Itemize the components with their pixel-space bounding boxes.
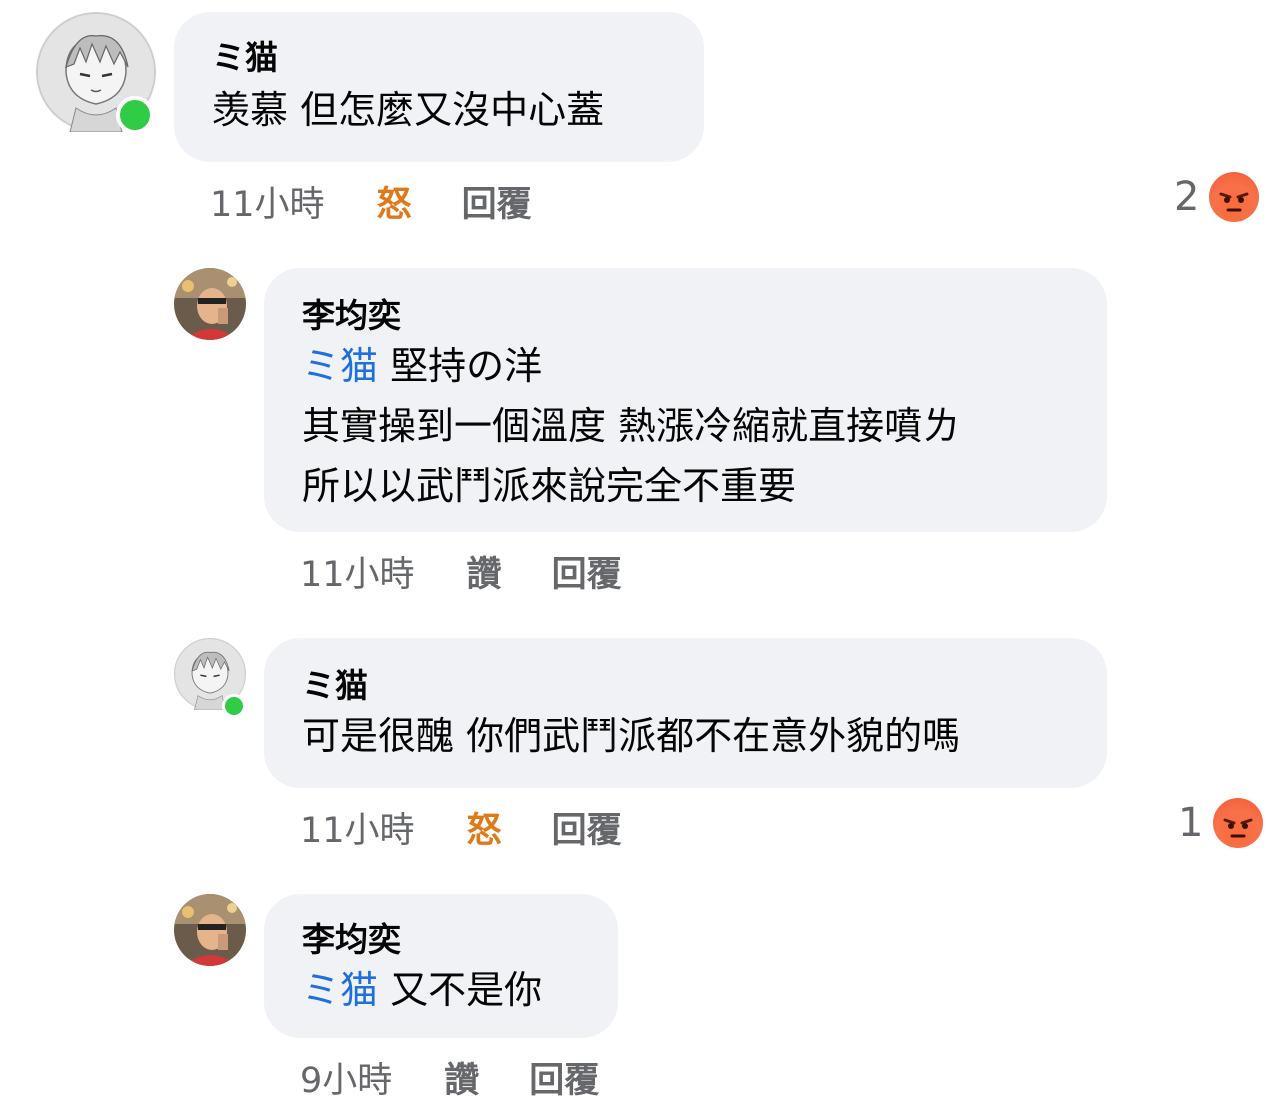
avatar-li-junyi[interactable] bbox=[174, 268, 246, 340]
reaction-count: 2 bbox=[1174, 174, 1200, 220]
comment-2: 李均奕 ミ猫 堅持の洋 其實操到一個溫度 熱漲冷縮就直接噴ㄌ 所以以武鬥派來說完… bbox=[0, 260, 1284, 600]
comment-timestamp[interactable]: 9小時 bbox=[300, 1052, 392, 1103]
comment-1: ミ猫 羡慕 但怎麼又沒中心蓋 11小時 怒 回覆 2 bbox=[0, 0, 1284, 240]
avatar-mi-mao[interactable] bbox=[174, 638, 246, 718]
like-button[interactable]: 讚 bbox=[444, 1052, 479, 1103]
comment-bubble: 李均奕 ミ猫 堅持の洋 其實操到一個溫度 熱漲冷縮就直接噴ㄌ 所以以武鬥派來說完… bbox=[264, 268, 1107, 532]
angry-reaction-button[interactable]: 怒 bbox=[467, 802, 502, 853]
avatar-photo-icon bbox=[174, 268, 246, 340]
comment-timestamp[interactable]: 11小時 bbox=[300, 802, 415, 853]
mention-link[interactable]: ミ猫 bbox=[302, 344, 378, 388]
comment-bubble: ミ猫 羡慕 但怎麼又沒中心蓋 bbox=[174, 12, 704, 162]
comment-author[interactable]: ミ猫 bbox=[212, 38, 666, 78]
mention-link[interactable]: ミ猫 bbox=[302, 968, 378, 1012]
comment-meta: 11小時 怒 回覆 bbox=[210, 176, 532, 226]
comment-bubble: 李均奕 ミ猫 又不是你 bbox=[264, 894, 618, 1038]
angry-reaction-button[interactable]: 怒 bbox=[377, 176, 412, 227]
reply-button[interactable]: 回覆 bbox=[552, 546, 622, 597]
comment-text-line-1: ミ猫 又不是你 bbox=[302, 960, 580, 1020]
reply-button[interactable]: 回覆 bbox=[462, 176, 532, 227]
comment-text: 羡慕 但怎麼又沒中心蓋 bbox=[212, 88, 605, 132]
avatar-mi-mao[interactable] bbox=[36, 12, 156, 134]
comment-meta: 11小時 讚 回覆 bbox=[300, 546, 622, 596]
avatar-photo-icon bbox=[174, 894, 246, 966]
comment-text-line-3: 所以以武鬥派來說完全不重要 bbox=[302, 464, 797, 508]
comment-timestamp[interactable]: 11小時 bbox=[210, 176, 325, 227]
reply-button[interactable]: 回覆 bbox=[552, 802, 622, 853]
comment-text: 可是很醜 你們武鬥派都不在意外貌的嗎 bbox=[302, 714, 961, 758]
avatar-li-junyi[interactable] bbox=[174, 894, 246, 966]
comment-author[interactable]: 李均奕 bbox=[302, 920, 580, 960]
comment-meta: 9小時 讚 回覆 bbox=[300, 1052, 599, 1102]
comment-4: 李均奕 ミ猫 又不是你 9小時 讚 回覆 bbox=[0, 886, 1284, 1117]
reaction-summary[interactable]: 2 bbox=[1174, 170, 1260, 224]
comment-3: ミ猫 可是很醜 你們武鬥派都不在意外貌的嗎 11小時 怒 回覆 1 bbox=[0, 630, 1284, 870]
angry-emoji-icon bbox=[1213, 798, 1264, 848]
comment-bubble: ミ猫 可是很醜 你們武鬥派都不在意外貌的嗎 bbox=[264, 638, 1107, 788]
reaction-count: 1 bbox=[1178, 800, 1204, 846]
angry-emoji-icon bbox=[1209, 172, 1260, 222]
online-status-indicator bbox=[222, 694, 246, 718]
reply-button[interactable]: 回覆 bbox=[529, 1052, 599, 1103]
comment-author[interactable]: ミ猫 bbox=[302, 666, 1069, 706]
comment-meta: 11小時 怒 回覆 bbox=[300, 802, 622, 852]
reaction-summary[interactable]: 1 bbox=[1178, 796, 1264, 850]
comment-timestamp[interactable]: 11小時 bbox=[300, 546, 415, 597]
comment-text-line-2: 其實操到一個溫度 熱漲冷縮就直接噴ㄌ bbox=[302, 404, 961, 448]
like-button[interactable]: 讚 bbox=[467, 546, 502, 597]
comment-text: 堅持の洋 bbox=[390, 344, 543, 388]
online-status-indicator bbox=[116, 96, 154, 134]
comment-text-line-1: ミ猫 堅持の洋 bbox=[302, 336, 1069, 396]
comment-author[interactable]: 李均奕 bbox=[302, 296, 1069, 336]
comment-text: 又不是你 bbox=[390, 968, 543, 1012]
